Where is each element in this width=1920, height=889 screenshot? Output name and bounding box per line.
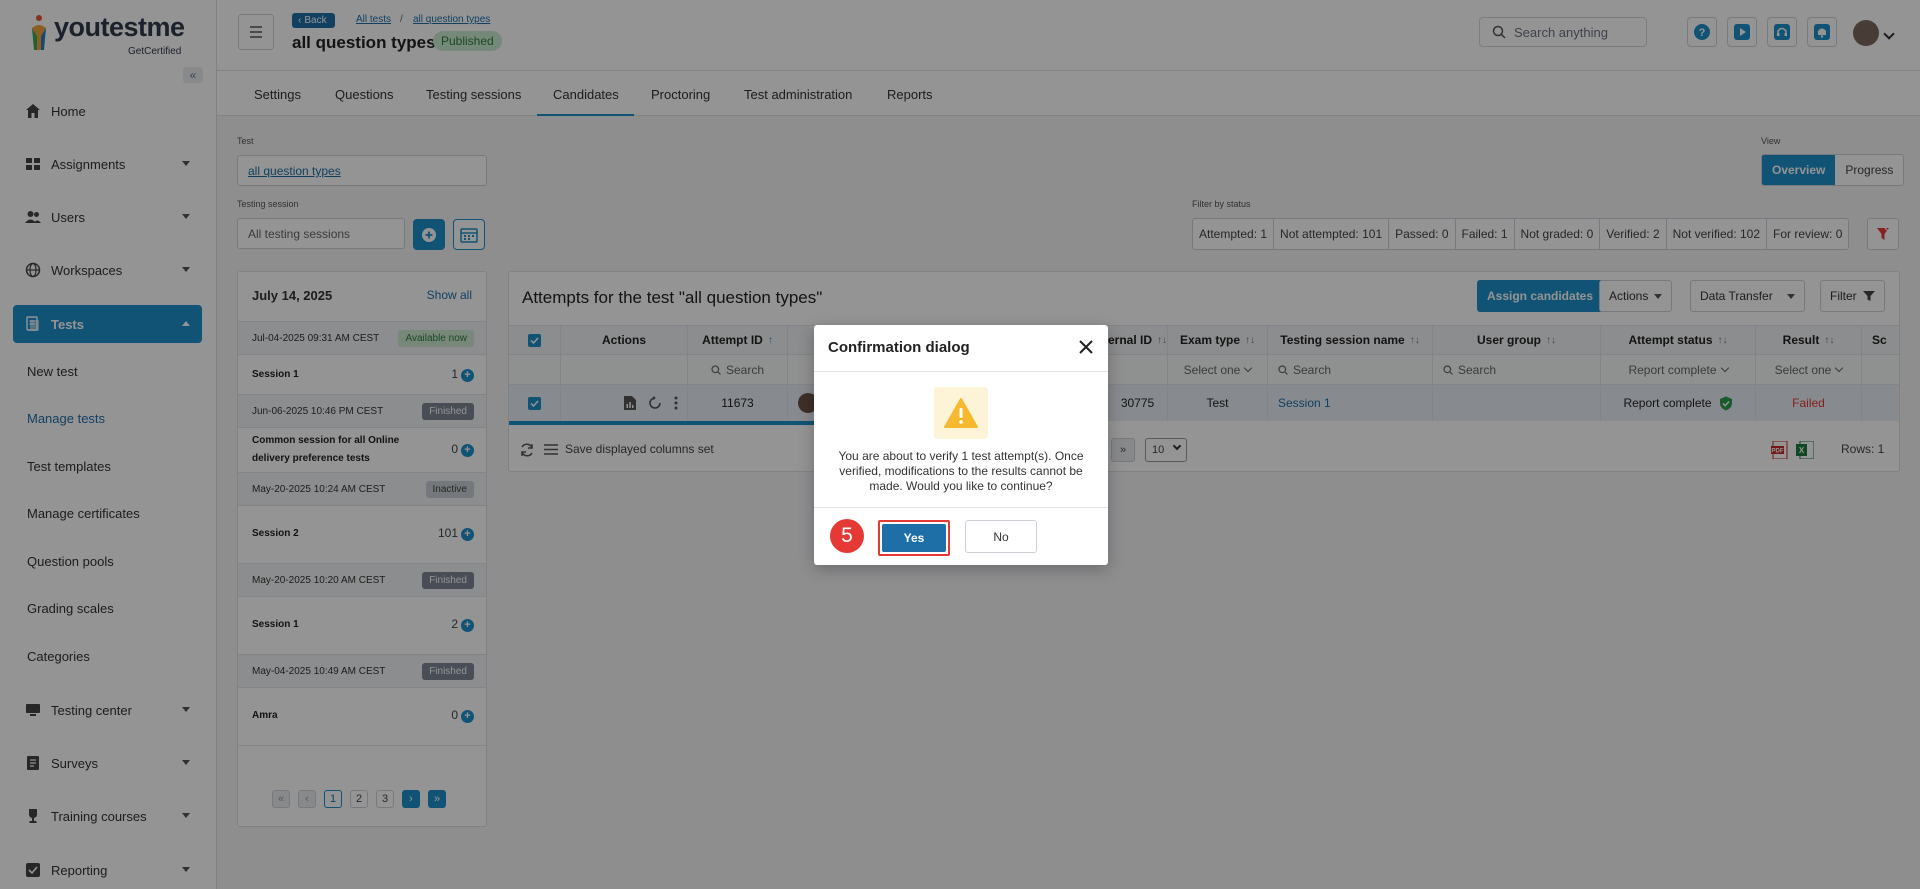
no-button[interactable]: No [965,520,1037,553]
step-marker-badge: 5 [830,519,864,553]
yes-button[interactable]: Yes [878,520,950,556]
divider [814,507,1108,508]
divider [814,371,1108,372]
yes-button-label: Yes [882,524,946,552]
warning-icon-box [934,387,988,439]
dialog-title: Confirmation dialog [828,339,970,356]
dialog-message: You are about to verify 1 test attempt(s… [838,449,1084,493]
close-icon[interactable] [1078,339,1094,355]
warning-icon [944,398,978,428]
